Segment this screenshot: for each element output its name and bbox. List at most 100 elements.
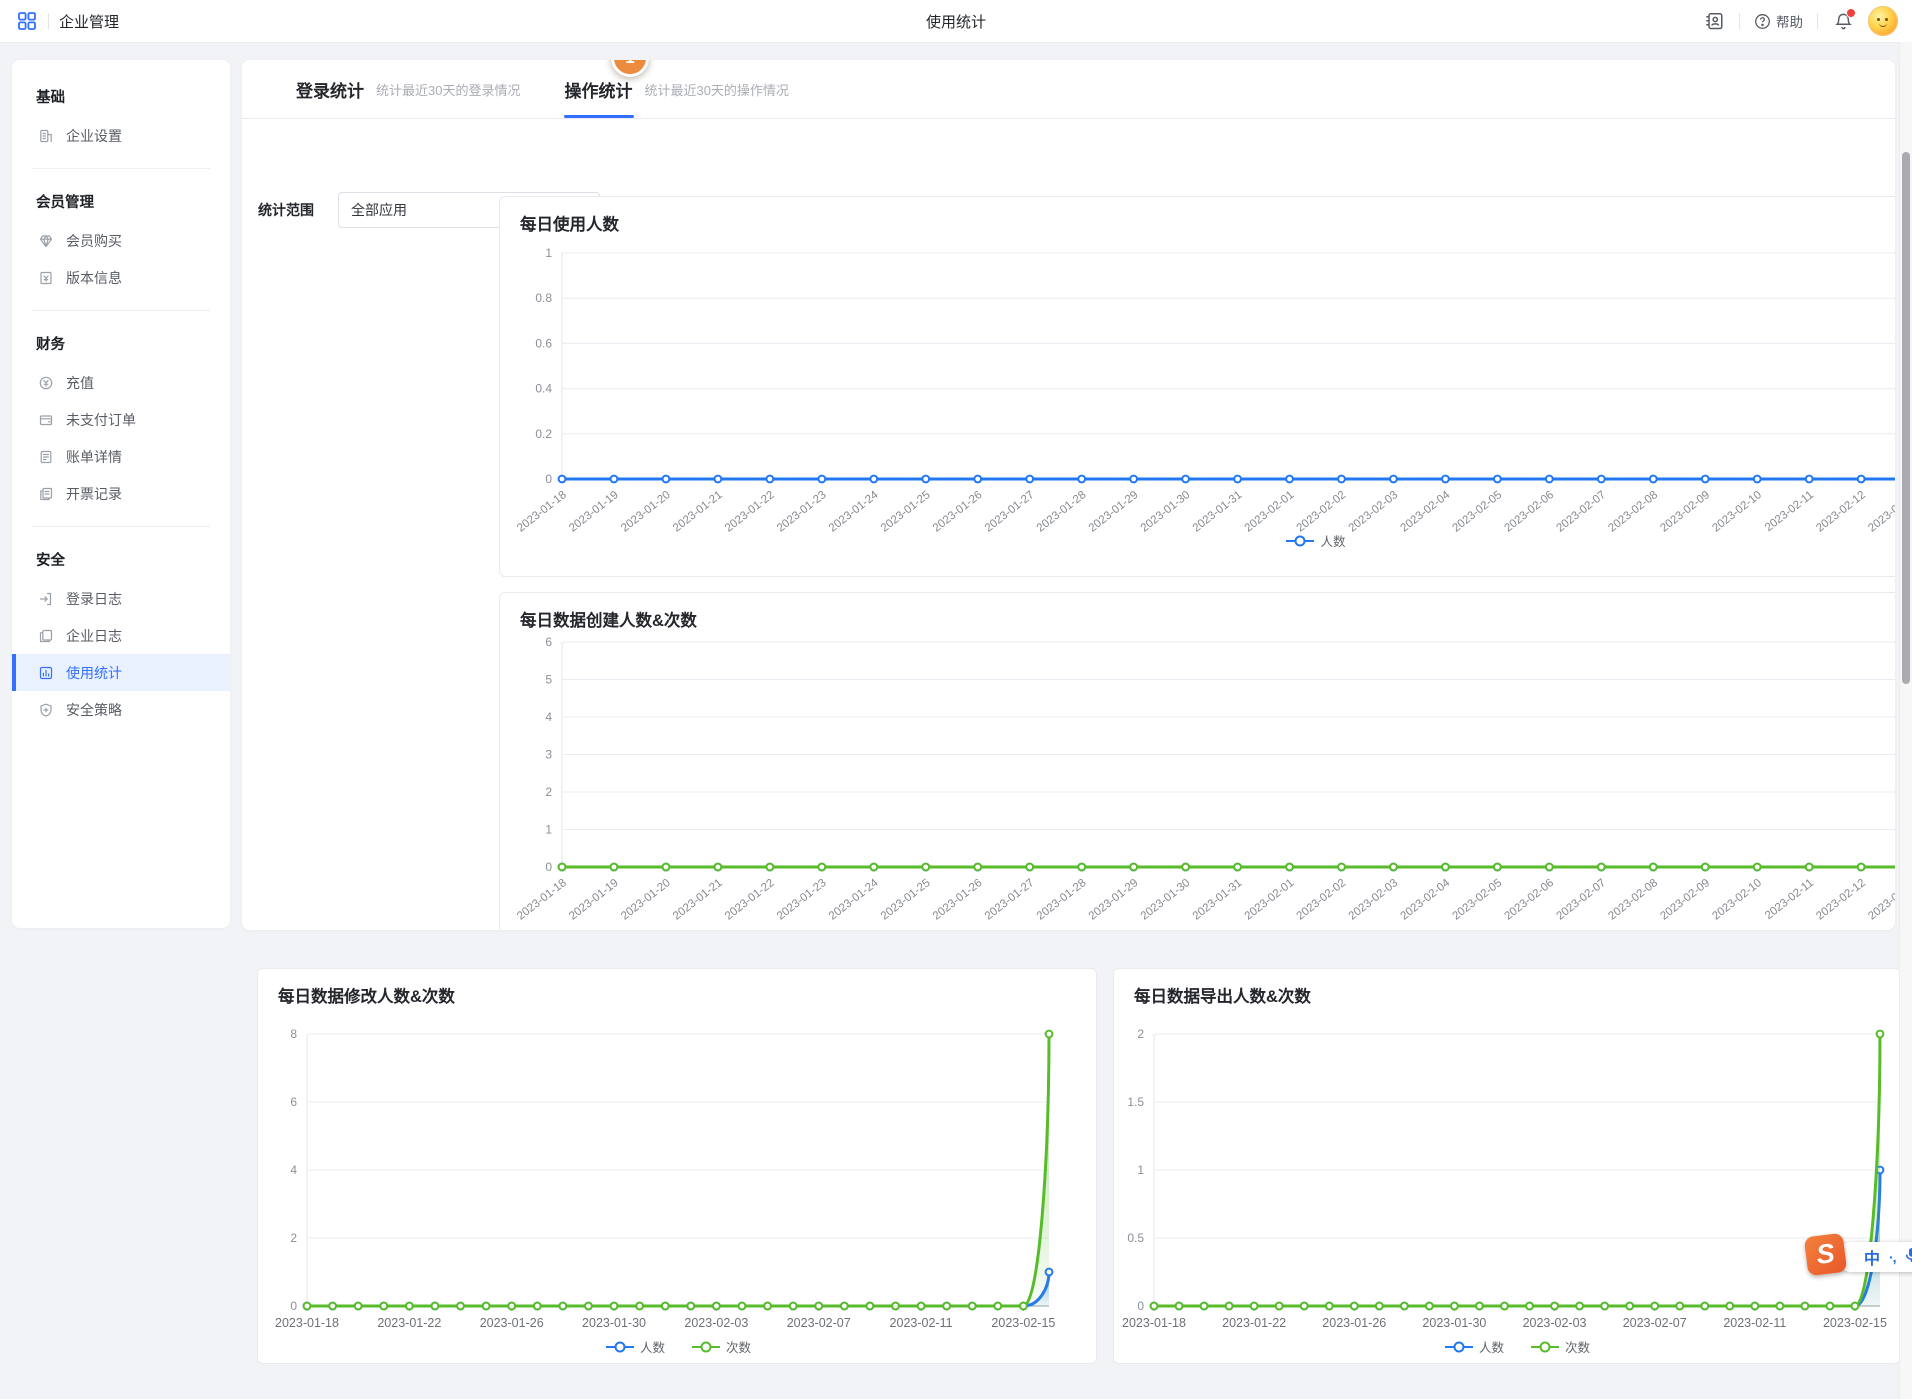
svg-text:2023-01-19: 2023-01-19 — [567, 489, 621, 535]
svg-text:4: 4 — [290, 1163, 297, 1177]
svg-text:2023-02-10: 2023-02-10 — [1710, 877, 1764, 923]
svg-text:2023-02-11: 2023-02-11 — [1723, 1316, 1786, 1330]
avatar[interactable] — [1868, 6, 1898, 36]
contact-card-icon[interactable] — [1703, 10, 1725, 32]
svg-text:2023-01-31: 2023-01-31 — [1191, 489, 1245, 535]
svg-text:2023-01-22: 2023-01-22 — [377, 1316, 441, 1330]
svg-text:2023-01-23: 2023-01-23 — [775, 877, 829, 923]
svg-text:2023-01-20: 2023-01-20 — [619, 877, 673, 923]
chart-card-daily-active-users: 每日使用人数 00.20.40.60.812023-01-182023-01-1… — [499, 196, 1895, 577]
legend-item[interactable]: 人数 — [605, 1337, 665, 1356]
sidebar-section-title: 基础 — [36, 86, 206, 107]
sogou-logo-icon[interactable]: S — [1804, 1233, 1847, 1276]
svg-text:2023-01-25: 2023-01-25 — [879, 489, 933, 535]
chart-card-daily-data-created: 每日数据创建人数&次数 01234562023-01-182023-01-192… — [499, 592, 1895, 930]
sidebar-item-security-policy[interactable]: 安全策略 — [12, 691, 230, 728]
help-icon — [1754, 13, 1771, 30]
svg-text:2023-02-08: 2023-02-08 — [1606, 877, 1660, 923]
svg-text:2023-01-24: 2023-01-24 — [827, 877, 881, 923]
svg-text:1: 1 — [545, 246, 552, 260]
svg-text:2023-01-26: 2023-01-26 — [480, 1316, 544, 1330]
sidebar-item-invoice-records[interactable]: 开票记录 — [12, 475, 230, 512]
legend-item[interactable]: 人数 — [1444, 1337, 1504, 1356]
apps-grid-icon[interactable] — [16, 10, 38, 32]
shield-plus-icon — [38, 702, 54, 718]
sidebar-item-enterprise-settings[interactable]: 企业设置 — [12, 117, 230, 154]
svg-text:2023-02-02: 2023-02-02 — [1295, 489, 1349, 535]
sidebar-item-login-logs[interactable]: 登录日志 — [12, 580, 230, 617]
ime-language-toggle[interactable]: 中 — [1864, 1245, 1880, 1269]
svg-text:2023-02-08: 2023-02-08 — [1606, 489, 1660, 535]
plot-area: 01234562023-01-182023-01-192023-01-20202… — [515, 635, 1895, 923]
help-label: 帮助 — [1776, 11, 1803, 31]
scrollbar-thumb[interactable] — [1902, 152, 1910, 684]
svg-text:2023-01-28: 2023-01-28 — [1035, 877, 1089, 923]
sidebar-item-member-purchase[interactable]: 会员购买 — [12, 222, 230, 259]
svg-text:2023-01-30: 2023-01-30 — [582, 1316, 646, 1330]
sidebar-item-enterprise-logs[interactable]: 企业日志 — [12, 617, 230, 654]
tab-login-stats[interactable]: 登录统计 统计最近30天的登录情况 — [296, 60, 520, 118]
ime-bar: 中 ·, — [1836, 1242, 1912, 1272]
sidebar-item-bill-details[interactable]: 账单详情 — [12, 438, 230, 475]
version-doc-icon — [38, 270, 54, 286]
sidebar-divider — [32, 168, 210, 169]
svg-text:2023-02-07: 2023-02-07 — [1554, 489, 1608, 535]
svg-text:4: 4 — [545, 710, 552, 724]
sidebar-item-version-info[interactable]: 版本信息 — [12, 259, 230, 296]
svg-text:1: 1 — [545, 823, 552, 837]
tab-operation-stats[interactable]: 操作统计 统计最近30天的操作情况 — [564, 60, 788, 118]
svg-text:2: 2 — [545, 785, 552, 799]
svg-text:3: 3 — [545, 748, 552, 762]
legend-marker-icon — [1444, 1340, 1474, 1354]
tab-title: 登录统计 — [296, 77, 364, 102]
bell-icon[interactable] — [1832, 10, 1854, 32]
sidebar-item-unpaid-orders[interactable]: 未支付订单 — [12, 401, 230, 438]
legend-label: 人数 — [1320, 531, 1345, 550]
chart-card-daily-data-modified: 每日数据修改人数&次数 024682023-01-182023-01-22202… — [257, 968, 1097, 1364]
svg-text:2023-01-22: 2023-01-22 — [723, 489, 777, 535]
svg-text:2023-02-01: 2023-02-01 — [1243, 877, 1297, 923]
svg-text:2023-02-15: 2023-02-15 — [991, 1316, 1055, 1330]
svg-text:2023-01-26: 2023-01-26 — [931, 877, 985, 923]
svg-text:0.8: 0.8 — [535, 291, 552, 305]
sidebar-item-label: 充值 — [66, 373, 94, 393]
plot-area: 00.20.40.60.812023-01-182023-01-192023-0… — [515, 246, 1895, 535]
sidebar-item-label: 企业设置 — [66, 126, 122, 146]
svg-text:2023-02-13: 2023-02-13 — [1866, 489, 1895, 535]
chart-title: 每日数据导出人数&次数 — [1134, 983, 1311, 1007]
svg-text:2023-02-12: 2023-02-12 — [1814, 489, 1868, 535]
legend-item[interactable]: 次数 — [1530, 1337, 1590, 1356]
recharge-icon — [38, 375, 54, 391]
header-actions: 帮助 — [1703, 6, 1898, 36]
svg-text:2023-02-04: 2023-02-04 — [1399, 489, 1453, 535]
login-log-icon — [38, 591, 54, 607]
svg-text:2023-02-01: 2023-02-01 — [1243, 489, 1297, 535]
svg-text:2023-02-07: 2023-02-07 — [787, 1316, 851, 1330]
svg-text:2023-01-29: 2023-01-29 — [1087, 489, 1141, 535]
ime-punctuation-toggle[interactable]: ·, — [1889, 1249, 1896, 1265]
chart-title: 每日数据创建人数&次数 — [520, 607, 697, 631]
legend-label: 人数 — [1479, 1337, 1504, 1356]
svg-text:0: 0 — [545, 860, 552, 874]
svg-text:2023-01-19: 2023-01-19 — [567, 877, 621, 923]
legend-item[interactable]: 次数 — [691, 1337, 751, 1356]
sidebar-section-title: 安全 — [36, 549, 206, 570]
sidebar-item-label: 使用统计 — [66, 663, 122, 683]
page-title: 使用统计 — [926, 11, 986, 32]
help-button[interactable]: 帮助 — [1754, 11, 1803, 31]
svg-text:2023-02-03: 2023-02-03 — [1523, 1316, 1587, 1330]
chart-title: 每日数据修改人数&次数 — [278, 983, 455, 1007]
plot-area: 024682023-01-182023-01-222023-01-262023-… — [275, 1027, 1055, 1330]
svg-text:2023-01-18: 2023-01-18 — [275, 1316, 339, 1330]
svg-text:2023-01-23: 2023-01-23 — [775, 489, 829, 535]
daily-active-users-chart-canvas: 00.20.40.60.812023-01-182023-01-192023-0… — [500, 197, 1895, 576]
legend-item[interactable]: 人数 — [1285, 531, 1345, 550]
legend-label: 次数 — [726, 1337, 751, 1356]
sidebar-item-usage-stats[interactable]: 使用统计 — [12, 654, 230, 691]
sidebar-item-recharge[interactable]: 充值 — [12, 364, 230, 401]
svg-text:2023-01-18: 2023-01-18 — [515, 877, 569, 923]
microphone-icon[interactable] — [1905, 1247, 1912, 1268]
svg-text:2: 2 — [1137, 1027, 1144, 1041]
sidebar-divider — [32, 526, 210, 527]
svg-text:2023-02-03: 2023-02-03 — [1347, 489, 1401, 535]
